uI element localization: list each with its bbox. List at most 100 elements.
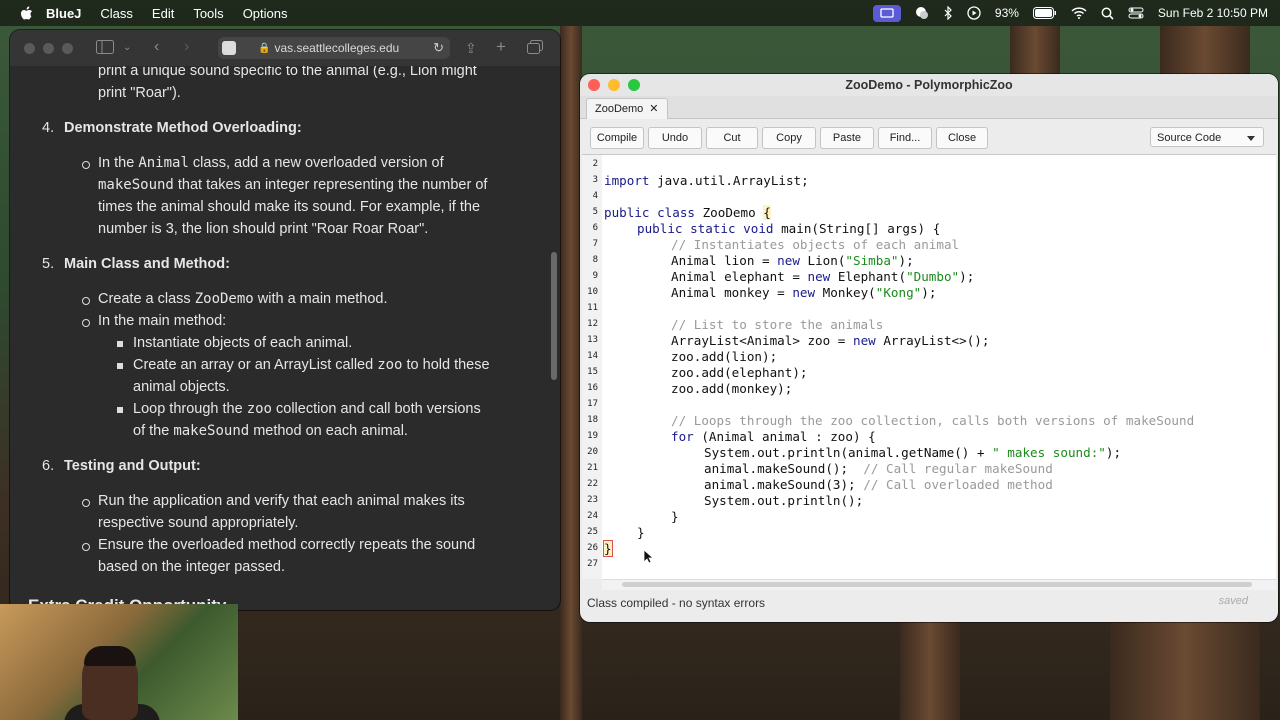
- line-number: 8: [592, 255, 598, 265]
- page-favicon-icon: [222, 41, 236, 55]
- screen-recorder-icon[interactable]: [872, 4, 901, 22]
- back-icon[interactable]: ‹: [154, 38, 159, 56]
- line-number: 14: [587, 351, 598, 361]
- line-number: 22: [587, 479, 598, 489]
- line-number: 19: [587, 431, 598, 441]
- sub-bullet-text: Instantiate objects of each animal.: [133, 335, 353, 351]
- chat-icon[interactable]: [915, 5, 929, 21]
- assignment-content: print a unique sound specific to the ani…: [10, 66, 560, 610]
- bullet-text: times the animal should make its sound. …: [98, 199, 481, 215]
- menu-app-name[interactable]: BlueJ: [46, 6, 81, 21]
- code-comment: // List to store the animals: [671, 317, 884, 332]
- menu-edit[interactable]: Edit: [152, 6, 174, 21]
- sub-bullet-text: of the makeSound method on each animal.: [133, 423, 408, 439]
- find-button[interactable]: Find...: [878, 127, 932, 149]
- tree-trunk: [1160, 26, 1250, 76]
- bullet-text: In the Animal class, add a new overloade…: [98, 155, 444, 171]
- address-bar[interactable]: 🔒 vas.seattlecolleges.edu ↻: [218, 37, 450, 59]
- battery-icon[interactable]: [1032, 5, 1057, 21]
- line-number: 6: [592, 223, 598, 233]
- line-number: 7: [592, 239, 598, 249]
- bullet: [82, 499, 90, 507]
- line-number: 16: [587, 383, 598, 393]
- minimize-window-button[interactable]: [43, 42, 54, 54]
- share-icon[interactable]: ⇪: [465, 40, 477, 57]
- code-line: }: [671, 509, 679, 524]
- clock[interactable]: Sun Feb 2 10:50 PM: [1158, 6, 1268, 20]
- line-number: 15: [587, 367, 598, 377]
- scrollbar-thumb[interactable]: [622, 582, 1252, 587]
- reload-icon[interactable]: ↻: [433, 40, 444, 56]
- code-line: Animal monkey = new Monkey("Kong");: [671, 285, 937, 300]
- menu-options[interactable]: Options: [243, 6, 288, 21]
- zoom-window-button[interactable]: [62, 42, 73, 54]
- bluej-editor-window: ZooDemo - PolymorphicZoo ZooDemo ✕ Compil…: [580, 74, 1278, 622]
- code-editor[interactable]: 2 3 4 5 6 7 8 9 10 11 12 13 14 15 16 17 …: [582, 154, 1276, 590]
- menu-class[interactable]: Class: [100, 6, 133, 21]
- menu-tools[interactable]: Tools: [193, 6, 223, 21]
- line-number: 2: [592, 159, 598, 169]
- code-line: for (Animal animal : zoo) {: [671, 429, 876, 444]
- code-line: animal.makeSound(); // Call regular make…: [704, 461, 1053, 476]
- code-line: }: [603, 540, 613, 557]
- bullet: [82, 297, 90, 305]
- cut-button[interactable]: Cut: [706, 127, 758, 149]
- control-center-icon[interactable]: [1128, 5, 1144, 21]
- forward-icon[interactable]: ›: [184, 38, 189, 56]
- editor-tabs: ZooDemo ✕: [580, 96, 1278, 119]
- copy-button[interactable]: Copy: [762, 127, 816, 149]
- window-title: ZooDemo - PolymorphicZoo: [845, 78, 1013, 92]
- new-tab-icon[interactable]: +: [496, 37, 506, 57]
- compile-button[interactable]: Compile: [590, 127, 644, 149]
- webcam-overlay: [0, 604, 238, 720]
- wifi-icon[interactable]: [1071, 5, 1087, 21]
- tab-label: ZooDemo: [595, 103, 644, 115]
- section-heading: Testing and Output:: [64, 458, 201, 474]
- bluetooth-icon[interactable]: [943, 5, 953, 21]
- line-number: 4: [592, 191, 598, 201]
- browser-toolbar: ⌄ ‹ › 🔒 vas.seattlecolleges.edu ↻ ⇪ +: [10, 30, 560, 66]
- code-line: zoo.add(monkey);: [671, 381, 793, 396]
- section-number: 5.: [42, 256, 55, 272]
- bullet: [82, 319, 90, 327]
- lock-icon: 🔒: [258, 42, 271, 54]
- code-line: System.out.println(animal.getName() + " …: [704, 445, 1122, 460]
- line-number-gutter: 2 3 4 5 6 7 8 9 10 11 12 13 14 15 16 17 …: [582, 155, 602, 579]
- bullet-text: respective sound appropriately.: [98, 515, 299, 531]
- chevron-down-icon[interactable]: ⌄: [123, 42, 131, 53]
- bullet-text: In the main method:: [98, 313, 227, 329]
- horizontal-scrollbar[interactable]: [602, 579, 1276, 590]
- view-mode-value: Source Code: [1157, 132, 1222, 144]
- url-text[interactable]: vas.seattlecolleges.edu: [274, 41, 399, 55]
- window-title-bar: ZooDemo - PolymorphicZoo: [580, 74, 1278, 96]
- now-playing-icon[interactable]: [967, 5, 981, 21]
- saved-indicator: saved: [1218, 595, 1248, 607]
- close-window-button[interactable]: [24, 42, 35, 54]
- scrollbar-thumb[interactable]: [551, 252, 557, 380]
- line-number: 27: [587, 559, 598, 569]
- apple-icon[interactable]: [18, 5, 34, 21]
- line-number: 13: [587, 335, 598, 345]
- view-mode-select[interactable]: Source Code: [1150, 127, 1264, 147]
- paste-button[interactable]: Paste: [820, 127, 874, 149]
- line-number: 25: [587, 527, 598, 537]
- tab-zoodemo[interactable]: ZooDemo ✕: [586, 98, 668, 119]
- line-number: 12: [587, 319, 598, 329]
- intro-line: print "Roar").: [98, 85, 181, 101]
- sidebar-icon[interactable]: [96, 40, 114, 57]
- menu-bar: BlueJ Class Edit Tools Options 93% Sun F…: [0, 0, 1280, 26]
- line-number: 3: [592, 175, 598, 185]
- close-tab-icon[interactable]: ✕: [649, 103, 658, 115]
- bullet-text: number is 3, the lion should print "Roar…: [98, 221, 429, 237]
- status-menus: 93% Sun Feb 2 10:50 PM: [872, 0, 1268, 26]
- line-number: 11: [587, 303, 598, 313]
- close-button[interactable]: Close: [936, 127, 988, 149]
- intro-line: print a unique sound specific to the ani…: [98, 66, 477, 79]
- tab-overview-icon[interactable]: [527, 40, 543, 57]
- line-number: 10: [587, 287, 598, 297]
- search-icon[interactable]: [1101, 5, 1114, 21]
- line-number: 5: [592, 207, 598, 217]
- sub-bullet-text: animal objects.: [133, 379, 230, 395]
- section-number: 4.: [42, 120, 55, 136]
- undo-button[interactable]: Undo: [648, 127, 702, 149]
